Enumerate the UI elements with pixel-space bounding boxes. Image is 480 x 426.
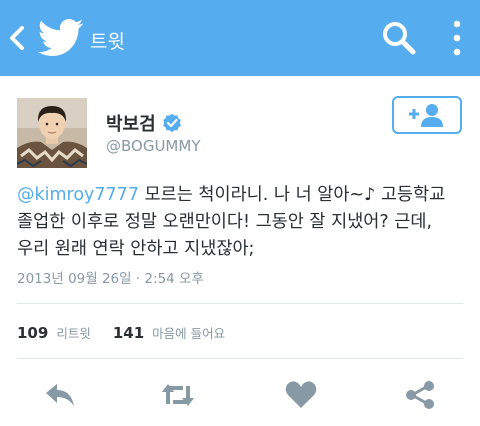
- retweet-count[interactable]: 109: [17, 324, 48, 342]
- tweet-text: @kimroy7777 모르는 척이라니. 나 너 알아~♪ 고등학교 졸업한 …: [17, 182, 467, 263]
- twitter-bird-icon: [38, 19, 84, 57]
- like-label[interactable]: 마음에 들어요: [152, 323, 225, 342]
- heart-icon[interactable]: [284, 380, 318, 410]
- mention-link[interactable]: @kimroy7777: [17, 185, 139, 205]
- retweet-label[interactable]: 리트윗: [56, 323, 91, 342]
- avatar[interactable]: [17, 98, 87, 168]
- tweet-stats: 109 리트윗 141 마음에 들어요: [17, 323, 247, 342]
- chevron-left-icon[interactable]: [6, 22, 28, 54]
- like-count[interactable]: 141: [113, 324, 144, 342]
- divider: [17, 358, 463, 359]
- verified-badge-icon: [162, 113, 181, 132]
- user-name: 박보검: [106, 110, 182, 136]
- retweet-icon[interactable]: [161, 380, 195, 410]
- user-name-text: 박보검: [106, 114, 156, 135]
- reply-icon[interactable]: [43, 380, 77, 410]
- add-user-icon: [409, 104, 443, 127]
- tweet-line-3: 우리 원래 연락 안하고 지냈잖아;: [17, 239, 255, 259]
- tweet-line-1: @kimroy7777 모르는 척이라니. 나 너 알아~♪ 고등학교: [17, 182, 467, 209]
- tweet-timestamp: 2013년 09월 26일 · 2:54 오후: [17, 271, 204, 287]
- search-icon[interactable]: [380, 19, 418, 57]
- action-bar: [0, 370, 480, 420]
- tweet-line-1-text: 모르는 척이라니. 나 너 알아~♪ 고등학교: [138, 185, 446, 205]
- page-title: 트윗: [90, 31, 125, 53]
- vertical-ellipsis-icon[interactable]: [445, 16, 469, 60]
- user-handle: @BOGUMMY: [106, 137, 201, 155]
- share-icon[interactable]: [403, 380, 437, 410]
- follow-button[interactable]: [392, 96, 462, 134]
- divider: [17, 303, 463, 304]
- top-bar: 트윗: [0, 0, 480, 76]
- tweet-line-2: 졸업한 이후로 정말 오랜만이다! 그동안 잘 지냈어? 근데,: [17, 212, 433, 232]
